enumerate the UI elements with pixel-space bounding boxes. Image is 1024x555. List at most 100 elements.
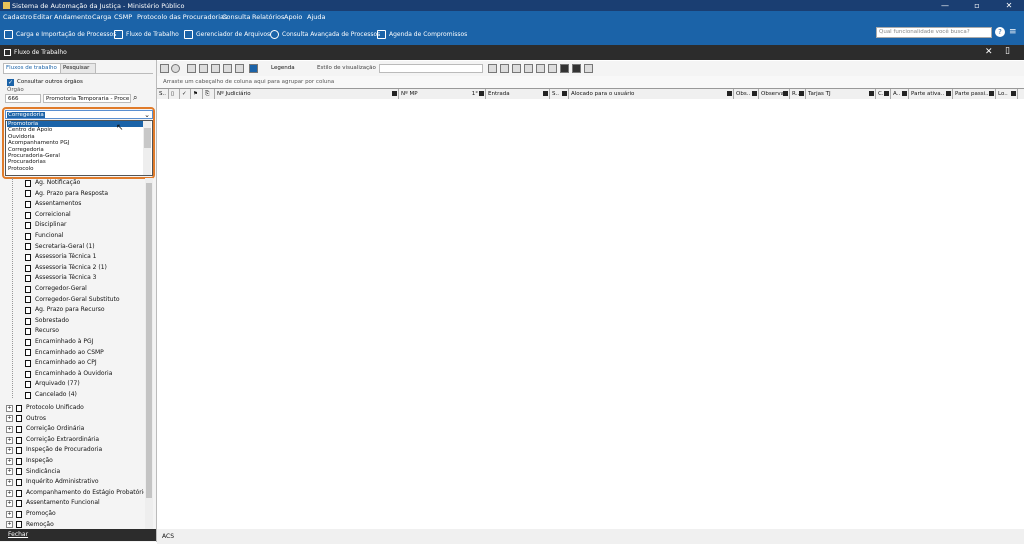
col-header-check[interactable]: ✓ — [180, 89, 191, 99]
group-by-area[interactable]: Arraste um cabeçalho de coluna aqui para… — [157, 76, 1024, 88]
column-filter-icon[interactable] — [799, 91, 804, 96]
print-icon[interactable] — [584, 64, 593, 73]
search-icon[interactable]: ⌕ — [133, 93, 137, 103]
hamburger-menu-icon[interactable]: ≡ — [1009, 27, 1019, 37]
column-filter-icon[interactable] — [543, 91, 548, 96]
expand-icon[interactable]: + — [6, 510, 13, 518]
option-corregedoria[interactable]: Corregedoria — [7, 147, 144, 153]
col-header-s[interactable]: S.. — [550, 89, 569, 99]
save-icon[interactable] — [488, 64, 497, 73]
column-filter-icon[interactable] — [902, 91, 907, 96]
col-header-r[interactable]: R.. — [790, 89, 806, 99]
tree-item[interactable]: Sobrestado — [25, 316, 69, 327]
expand-icon[interactable]: + — [6, 489, 13, 497]
col-header-parte-ativa[interactable]: Parte ativa.. — [909, 89, 953, 99]
col-header[interactable]: S.. — [157, 89, 169, 99]
tree-item[interactable]: Ag. Prazo para Resposta — [25, 189, 108, 200]
panel-window-button[interactable]: ▯ — [1005, 46, 1010, 56]
toolbar-agenda-button[interactable]: Agenda de Compromissos — [377, 28, 467, 40]
menu-andamento[interactable]: Andamento — [54, 13, 92, 21]
close-window-button[interactable]: ✕ — [994, 0, 1024, 11]
col-header-clip[interactable]: ⎘ — [203, 89, 215, 99]
copy-icon[interactable] — [500, 64, 509, 73]
sort-icon[interactable] — [199, 64, 208, 73]
col-header-flag[interactable]: ⚑ — [191, 89, 203, 99]
filter-icon[interactable] — [187, 64, 196, 73]
tree-root[interactable]: + Sindicância — [6, 467, 60, 478]
tree-item[interactable]: Corregedor-Geral Substituto — [25, 295, 120, 306]
tree-item[interactable]: Encaminhado ao CSMP — [25, 348, 104, 359]
menu-carga[interactable]: Carga — [92, 13, 111, 21]
col-header-entrada[interactable]: Entrada — [486, 89, 550, 99]
tree-item[interactable]: Corregedor-Geral — [25, 284, 87, 295]
tree-root[interactable]: + Correição Extraordinária — [6, 435, 99, 446]
tree-root[interactable]: + Protocolo Unificado — [6, 403, 84, 414]
menu-protocolo[interactable]: Protocolo das Procuradorias — [137, 13, 227, 21]
link-icon[interactable] — [524, 64, 533, 73]
expand-icon[interactable]: + — [6, 521, 13, 529]
menu-cadastro[interactable]: Cadastro — [3, 13, 32, 21]
tree-item[interactable]: Disciplinar — [25, 220, 66, 231]
column-filter-icon[interactable] — [752, 91, 757, 96]
option-procuradoria-geral[interactable]: Procuradoria-Geral — [7, 153, 144, 159]
expand-icon[interactable]: + — [6, 415, 13, 423]
help-icon[interactable]: ? — [995, 27, 1005, 37]
col-header-tarjas[interactable]: Tarjas TJ — [806, 89, 876, 99]
column-filter-icon[interactable] — [946, 91, 951, 96]
maximize-button[interactable]: ▫ — [962, 0, 992, 11]
tree-item[interactable]: Funcional — [25, 231, 64, 242]
orgao-code-field[interactable]: 666 — [5, 94, 41, 103]
tree-item[interactable]: Assessoria Técnica 2 (1) — [25, 263, 107, 274]
tree-item[interactable]: Ag. Notificação — [25, 178, 80, 189]
tree-root[interactable]: + Correição Ordinária — [6, 424, 84, 435]
tree-scroll-thumb[interactable] — [146, 183, 152, 498]
expand-icon[interactable]: + — [6, 457, 13, 465]
orgao-name-field[interactable]: Promotoria Temporaria - Proce — [43, 94, 131, 103]
column-filter-icon[interactable] — [727, 91, 732, 96]
toolbar-carga-button[interactable]: Carga e Importação de Processos — [4, 28, 116, 40]
column-filter-icon[interactable] — [989, 91, 994, 96]
tree-root[interactable]: + Acompanhamento do Estágio Probatório — [6, 488, 144, 499]
panel-close-button[interactable]: ✕ — [985, 47, 993, 57]
toolbar-fluxo-button[interactable]: Fluxo de Trabalho — [114, 28, 179, 40]
layout-icon[interactable] — [560, 64, 569, 73]
table-icon[interactable] — [536, 64, 545, 73]
tree-item[interactable]: Encaminhado ao CPJ — [25, 358, 97, 369]
tree-item[interactable]: Assessoria Técnica 1 — [25, 252, 97, 263]
group-icon[interactable] — [211, 64, 220, 73]
tree-item[interactable]: Secretaria-Geral (1) — [25, 242, 95, 253]
toolbar-arquivos-button[interactable]: Gerenciador de Arquivos — [184, 28, 270, 40]
expand-icon[interactable]: + — [6, 404, 13, 412]
expand-icon[interactable]: + — [6, 436, 13, 444]
edit-icon[interactable] — [512, 64, 521, 73]
tree-item[interactable]: Encaminhado à PGJ — [25, 337, 93, 348]
tree-item[interactable]: Arquivado (77) — [25, 379, 80, 390]
minimize-button[interactable]: — — [930, 0, 960, 11]
options-scroll-thumb[interactable] — [144, 128, 151, 148]
grid-body[interactable] — [157, 99, 1024, 520]
grid-icon[interactable] — [160, 64, 169, 73]
consultar-outros-checkbox[interactable]: ✓ — [7, 79, 14, 86]
col-header-observa[interactable]: Observa.. — [759, 89, 790, 99]
menu-apoio[interactable]: Apoio — [284, 13, 302, 21]
col-header-bookmark[interactable]: ▯ — [169, 89, 180, 99]
expand-icon[interactable]: + — [6, 500, 13, 508]
col-header-parte-passiva[interactable]: Parte passi.. — [953, 89, 996, 99]
tree-root[interactable]: + Outros — [6, 414, 46, 425]
tree-root[interactable]: + Assentamento Funcional — [6, 498, 100, 509]
menu-relatorios[interactable]: Relatórios — [252, 13, 284, 21]
column-filter-icon[interactable] — [869, 91, 874, 96]
tree-item[interactable]: Ag. Prazo para Recurso — [25, 305, 105, 316]
columns-icon[interactable] — [223, 64, 232, 73]
export-icon[interactable] — [548, 64, 557, 73]
expand-icon[interactable]: + — [6, 478, 13, 486]
category-dropdown[interactable]: Corregedoria ⌄ — [5, 110, 153, 119]
option-protocolo[interactable]: Protocolo — [7, 166, 144, 172]
col-header-obs[interactable]: Obs.. — [734, 89, 759, 99]
tree-item[interactable]: Cancelado (4) — [25, 390, 77, 401]
col-header-a[interactable]: A.. — [891, 89, 909, 99]
fechar-button[interactable]: Fechar — [8, 531, 28, 538]
tree-item[interactable]: Encaminhado à Ouvidoria — [25, 369, 112, 380]
col-header-lo[interactable]: Lo.. — [996, 89, 1018, 99]
col-header-alocado[interactable]: Alocado para o usuário — [569, 89, 734, 99]
